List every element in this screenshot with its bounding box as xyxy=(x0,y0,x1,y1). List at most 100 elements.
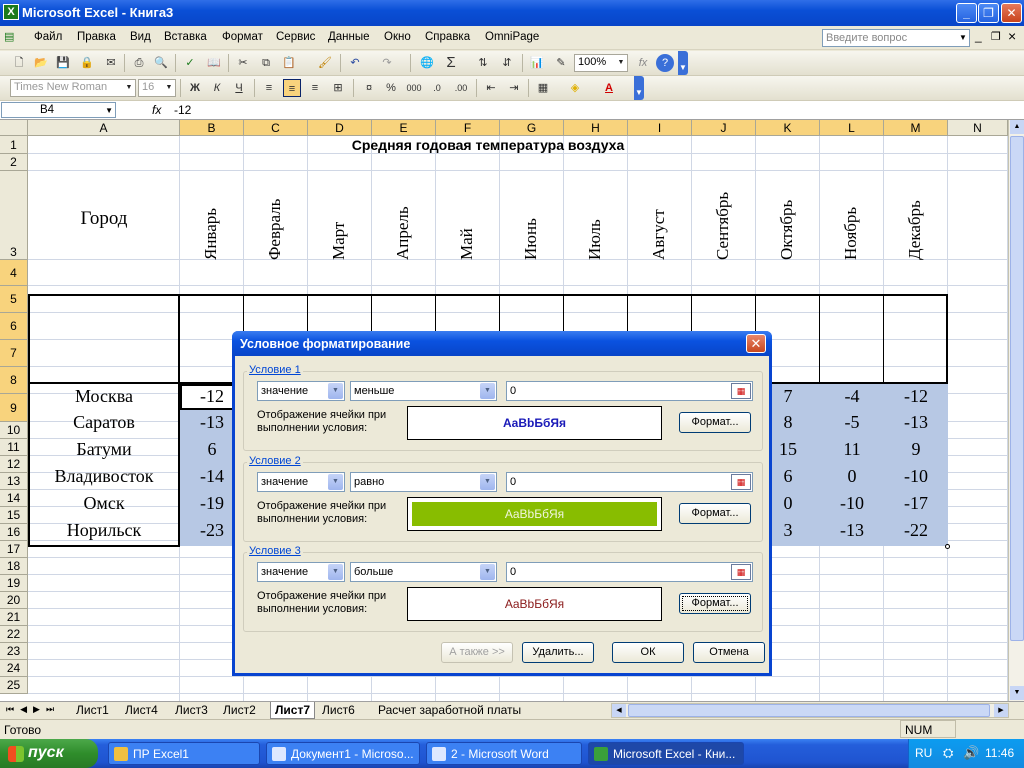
undo-icon[interactable]: ↶ xyxy=(346,54,364,72)
tab-navigation-icons[interactable]: ⏮◀▶⏭ xyxy=(6,704,60,715)
row-header[interactable]: 14 xyxy=(0,490,28,507)
row-header[interactable]: 7 xyxy=(0,340,28,367)
condition-operator-select[interactable]: равно ▼ xyxy=(350,472,497,492)
sort-ascending-icon[interactable]: ⇅ xyxy=(474,54,492,72)
row-header[interactable]: 20 xyxy=(0,592,28,609)
function-icon[interactable]: fx xyxy=(634,54,652,72)
decrease-indent-icon[interactable]: ⇤ xyxy=(482,79,500,97)
currency-icon[interactable]: ¤ xyxy=(360,79,378,97)
value-cell[interactable]: -10 xyxy=(820,493,884,514)
underline-button[interactable]: Ч xyxy=(230,79,248,97)
horizontal-scrollbar[interactable]: ◀ ▶ xyxy=(611,703,1009,718)
print-icon[interactable]: ⎙ xyxy=(130,54,148,72)
menu-omnipage[interactable]: OmniPage xyxy=(485,31,539,43)
condition-operator-select[interactable]: меньше ▼ xyxy=(350,381,497,401)
align-right-icon[interactable]: ≡ xyxy=(306,79,324,97)
format-painter-icon[interactable]: 🖌 xyxy=(316,54,334,72)
row-header[interactable]: 2 xyxy=(0,154,28,171)
column-header[interactable]: K xyxy=(756,120,820,136)
column-header[interactable]: M xyxy=(884,120,948,136)
redo-icon[interactable]: ↷ xyxy=(378,54,396,72)
row-header[interactable]: 19 xyxy=(0,575,28,592)
row-header[interactable]: 4 xyxy=(0,260,28,286)
menu-window[interactable]: Окно xyxy=(384,31,411,43)
sheet-tab[interactable]: Лист3 xyxy=(175,703,208,717)
sheet-tab[interactable]: Расчет заработной платы xyxy=(378,703,521,717)
toolbar-options-icon[interactable]: ▼ xyxy=(634,76,644,100)
doc-restore-button[interactable]: ❐ xyxy=(991,30,1001,43)
row-header[interactable]: 21 xyxy=(0,609,28,626)
chevron-down-icon[interactable]: ▼ xyxy=(328,474,343,490)
row-header[interactable]: 24 xyxy=(0,660,28,677)
column-header[interactable]: D xyxy=(308,120,372,136)
increase-indent-icon[interactable]: ⇥ xyxy=(505,79,523,97)
autosum-icon[interactable]: Σ xyxy=(442,54,460,72)
menu-format[interactable]: Формат xyxy=(222,31,263,43)
row-header[interactable]: 23 xyxy=(0,643,28,660)
format-button[interactable]: Формат... xyxy=(679,593,751,614)
chevron-down-icon[interactable]: ▼ xyxy=(328,383,343,399)
formula-input[interactable]: -12 xyxy=(174,103,191,117)
name-box[interactable]: B4 ▼ xyxy=(1,102,116,118)
spelling-icon[interactable]: ✓ xyxy=(181,54,199,72)
condition-type-select[interactable]: значение ▼ xyxy=(257,562,345,582)
value-cell[interactable]: -13 xyxy=(820,520,884,541)
help-icon[interactable]: ? xyxy=(656,54,674,72)
scroll-right-icon[interactable]: ▶ xyxy=(994,704,1008,717)
select-all-corner[interactable] xyxy=(0,120,28,136)
also-button[interactable]: А также >> xyxy=(441,642,513,663)
maximize-button[interactable]: ❐ xyxy=(978,3,999,23)
collapse-dialog-icon[interactable]: ▦ xyxy=(731,474,751,490)
row-header[interactable]: 11 xyxy=(0,439,28,456)
collapse-dialog-icon[interactable]: ▦ xyxy=(731,564,751,580)
value-cell[interactable]: 0 xyxy=(820,466,884,487)
document-icon[interactable]: ▤ xyxy=(4,30,24,46)
value-cell[interactable]: -5 xyxy=(820,412,884,433)
column-header[interactable]: C xyxy=(244,120,308,136)
row-header[interactable]: 15 xyxy=(0,507,28,524)
chevron-down-icon[interactable]: ▼ xyxy=(328,564,343,580)
thousands-button[interactable]: 000 xyxy=(403,79,425,97)
ok-button[interactable]: ОК xyxy=(612,642,684,663)
condition-type-select[interactable]: значение ▼ xyxy=(257,381,345,401)
sheet-tab[interactable]: Лист1 xyxy=(76,703,109,717)
column-header[interactable]: E xyxy=(372,120,436,136)
taskbar-item[interactable]: ПР Excel1 xyxy=(108,742,260,765)
excel-app-icon[interactable]: X xyxy=(3,4,19,20)
condition-operator-select[interactable]: больше ▼ xyxy=(350,562,497,582)
menu-edit[interactable]: Правка xyxy=(77,31,116,43)
value-cell[interactable]: -17 xyxy=(884,493,948,514)
row-header[interactable]: 22 xyxy=(0,626,28,643)
row-header[interactable]: 6 xyxy=(0,313,28,340)
row-header[interactable]: 8 xyxy=(0,367,28,394)
close-button[interactable]: ✕ xyxy=(1001,3,1022,23)
fill-color-icon[interactable]: ◈ xyxy=(566,79,584,97)
delete-button[interactable]: Удалить... xyxy=(522,642,594,663)
doc-close-button[interactable]: × xyxy=(1008,28,1016,44)
column-header[interactable]: J xyxy=(692,120,756,136)
align-center-icon[interactable]: ≡ xyxy=(283,79,301,97)
italic-button[interactable]: К xyxy=(208,79,226,97)
bold-button[interactable]: Ж xyxy=(186,79,204,97)
fill-handle[interactable] xyxy=(945,544,950,549)
column-header[interactable]: I xyxy=(628,120,692,136)
copy-icon[interactable]: ⧉ xyxy=(257,54,275,72)
borders-icon[interactable]: ▦ xyxy=(534,79,552,97)
language-indicator[interactable]: RU xyxy=(915,746,932,760)
research-icon[interactable]: 📖 xyxy=(205,54,223,72)
column-header[interactable]: F xyxy=(436,120,500,136)
save-icon[interactable]: 💾 xyxy=(54,54,72,72)
scroll-left-icon[interactable]: ◀ xyxy=(612,704,626,717)
condition-value-input[interactable]: 0 ▦ xyxy=(506,562,753,582)
font-color-icon[interactable]: A xyxy=(600,79,618,97)
condition-value-input[interactable]: 0 ▦ xyxy=(506,472,753,492)
chevron-down-icon[interactable]: ▼ xyxy=(480,564,495,580)
taskbar-item-active[interactable]: Microsoft Excel - Кни... xyxy=(588,742,744,765)
paste-icon[interactable]: 📋 xyxy=(280,54,298,72)
font-name-select[interactable]: Times New Roman ▼ xyxy=(10,79,136,97)
row-header[interactable]: 17 xyxy=(0,541,28,558)
cut-icon[interactable]: ✂ xyxy=(234,54,252,72)
column-header[interactable]: L xyxy=(820,120,884,136)
menu-file[interactable]: Файл xyxy=(34,31,62,43)
cancel-button[interactable]: Отмена xyxy=(693,642,765,663)
